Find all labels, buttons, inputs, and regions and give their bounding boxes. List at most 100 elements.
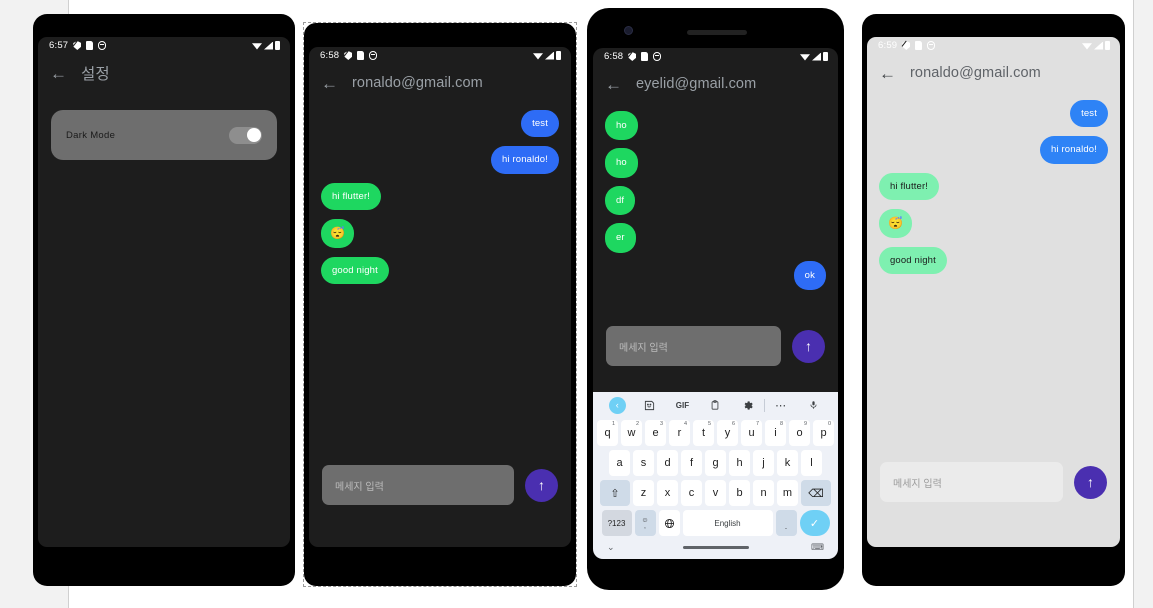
sticker-icon[interactable] (634, 400, 667, 411)
keyboard-back-button[interactable]: ‹ (601, 396, 634, 414)
key-c[interactable]: c (681, 480, 702, 506)
message-bubble: er (605, 223, 636, 253)
message-bubble: df (605, 185, 636, 216)
key-q[interactable]: 1q (597, 420, 618, 446)
key-m[interactable]: m (777, 480, 798, 506)
gear-icon[interactable] (731, 400, 764, 411)
back-arrow-icon[interactable]: ← (50, 65, 67, 82)
message-input[interactable]: 메세지 입력 (322, 465, 514, 505)
phone4-composer: 메세지 입력 ↑ (867, 462, 1120, 502)
key-j[interactable]: j (753, 450, 774, 476)
keyboard-row-4: ?123 ☺ , English . ✓ (593, 508, 838, 538)
key-p[interactable]: 0p (813, 420, 834, 446)
clipboard-icon[interactable] (699, 399, 732, 411)
shield-icon (344, 51, 352, 60)
key-l[interactable]: l (801, 450, 822, 476)
key-y[interactable]: 6y (717, 420, 738, 446)
send-button[interactable]: ↑ (792, 329, 825, 363)
phone1-screen: 6:57 ← 설정 Dark Mode (38, 37, 290, 547)
device-phone-4-chat-light: 6:59 ← ronaldo@gmail.com test hi ronaldo… (862, 14, 1125, 586)
keyboard-toolbar: ‹ GIF ⋯ (593, 392, 838, 418)
battery-icon (1105, 41, 1110, 50)
dark-mode-toggle[interactable] (229, 126, 262, 144)
key-o[interactable]: 9o (789, 420, 810, 446)
device-phone-1-settings: 6:57 ← 설정 Dark Mode (33, 14, 295, 586)
circle-icon (368, 51, 378, 60)
status-time: 6:59 (878, 40, 898, 51)
key-u[interactable]: 7u (741, 420, 762, 446)
key-label: q (604, 427, 611, 439)
phone2-app-bar: ← ronaldo@gmail.com (309, 64, 571, 102)
key-s[interactable]: s (633, 450, 654, 476)
keyboard-row-3: ⇧ z x c v b n m ⌫ (593, 478, 838, 508)
message-bubble: ho (605, 148, 638, 178)
wifi-icon (533, 53, 543, 60)
key-g[interactable]: g (705, 450, 726, 476)
back-arrow-icon[interactable]: ← (879, 65, 896, 82)
phone2-composer: 메세지 입력 ↑ (309, 465, 571, 505)
device-phone-3-chat-keyboard: 6:58 ← eyelid@gmail.com ho ho df er ok 메… (587, 8, 844, 590)
key-f[interactable]: f (681, 450, 702, 476)
hide-keyboard-icon[interactable]: ⌄ (607, 542, 615, 553)
key-a[interactable]: a (609, 450, 630, 476)
enter-key[interactable]: ✓ (799, 510, 830, 536)
key-z[interactable]: z (633, 480, 654, 506)
gif-icon[interactable]: GIF (666, 401, 699, 410)
shift-key[interactable]: ⇧ (600, 480, 630, 506)
space-key[interactable]: English (682, 510, 773, 536)
setting-row-dark-mode[interactable]: Dark Mode (51, 110, 277, 160)
circle-icon (97, 41, 107, 50)
key-r[interactable]: 4r (669, 420, 690, 446)
back-arrow-icon[interactable]: ← (605, 76, 622, 93)
phone2-message-list: test hi ronaldo! hi flutter! 😴 good nigh… (309, 102, 571, 284)
send-button[interactable]: ↑ (525, 468, 558, 502)
shield-icon (902, 41, 910, 50)
key-x[interactable]: x (657, 480, 678, 506)
key-sup: 6 (731, 421, 735, 427)
key-v[interactable]: v (705, 480, 726, 506)
message-bubble-emoji: 😴 (879, 209, 913, 238)
phone3-screen: 6:58 ← eyelid@gmail.com ho ho df er ok 메… (593, 48, 838, 559)
key-i[interactable]: 8i (765, 420, 786, 446)
key-sup: 7 (755, 421, 759, 427)
key-n[interactable]: n (753, 480, 774, 506)
key-h[interactable]: h (729, 450, 750, 476)
key-e[interactable]: 3e (645, 420, 666, 446)
keyboard-switcher-icon[interactable]: ⌨ (811, 542, 824, 553)
key-label: w (627, 427, 636, 439)
message-input[interactable]: 메세지 입력 (606, 326, 781, 366)
message-bubble: ok (793, 260, 826, 290)
back-arrow-icon[interactable]: ← (321, 75, 338, 92)
message-bubble: hi ronaldo! (490, 146, 559, 174)
message-bubble: hi ronaldo! (1039, 136, 1108, 164)
key-w[interactable]: 2w (621, 420, 642, 446)
message-bubble: ho (605, 111, 638, 141)
key-d[interactable]: d (657, 450, 678, 476)
keyboard-bottom-bar: ⌄ ⌨ (593, 538, 838, 557)
key-sup: 9 (803, 421, 807, 427)
phone4-screen: 6:59 ← ronaldo@gmail.com test hi ronaldo… (867, 37, 1120, 547)
key-sup: 2 (635, 421, 639, 427)
key-label: o (796, 427, 803, 439)
period-key[interactable]: . (775, 510, 797, 536)
microphone-icon[interactable] (797, 399, 830, 411)
message-bubble: hi flutter! (321, 182, 382, 211)
message-input[interactable]: 메세지 입력 (880, 462, 1063, 502)
key-k[interactable]: k (777, 450, 798, 476)
key-b[interactable]: b (729, 480, 750, 506)
status-time: 6:57 (49, 40, 69, 51)
shield-icon (73, 41, 81, 50)
message-bubble: good night (879, 246, 947, 274)
key-t[interactable]: 5t (693, 420, 714, 446)
backspace-key[interactable]: ⌫ (801, 480, 831, 506)
wifi-icon (1082, 43, 1092, 50)
symbols-key[interactable]: ?123 (601, 510, 632, 536)
more-icon[interactable]: ⋯ (765, 399, 798, 412)
send-button[interactable]: ↑ (1074, 465, 1107, 499)
device-phone-2-selection-outline[interactable]: 6:58 ← ronaldo@gmail.com test hi ronaldo… (303, 22, 577, 587)
phone3-composer: 메세지 입력 ↑ (593, 326, 838, 366)
emoji-comma-key[interactable]: ☺ , (634, 510, 656, 536)
sim-icon (86, 41, 93, 50)
globe-icon[interactable] (658, 510, 680, 536)
chat-contact-title: ronaldo@gmail.com (352, 75, 483, 91)
